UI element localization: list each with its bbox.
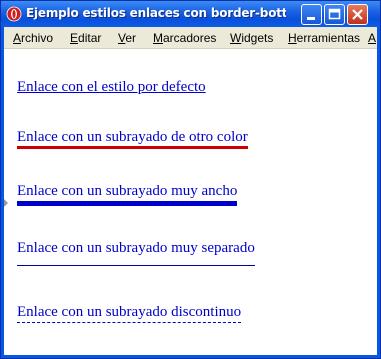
browser-window: Ejemplo estilos enlaces con border-botto… xyxy=(0,0,381,359)
window-title: Ejemplo estilos enlaces con border-botto… xyxy=(26,6,286,20)
title-bar[interactable]: Ejemplo estilos enlaces con border-botto… xyxy=(1,1,380,27)
maximize-icon xyxy=(328,8,341,20)
page-content: Enlace con el estilo por defecto Enlace … xyxy=(4,49,377,355)
menu-marcadores-label: arcadores xyxy=(163,31,217,45)
menu-archivo-mnemonic: A xyxy=(13,31,22,45)
menu-editar-label: ditar xyxy=(78,31,102,45)
menu-herramientas[interactable]: Herramientas xyxy=(288,31,360,45)
menu-marcadores[interactable]: Marcadores xyxy=(153,31,216,45)
menu-archivo[interactable]: Archivo xyxy=(13,31,53,45)
close-icon xyxy=(352,9,363,20)
link-colored-underline[interactable]: Enlace con un subrayado de otro color xyxy=(17,128,248,149)
opera-logo-icon xyxy=(6,6,22,22)
menu-ver-label: er xyxy=(125,31,137,45)
menu-ver[interactable]: Ver xyxy=(118,31,136,45)
menu-widgets-label: idgets xyxy=(241,31,274,45)
link-spaced-underline[interactable]: Enlace con un subrayado muy separado xyxy=(17,239,255,266)
menu-herramientas-mnemonic: H xyxy=(288,31,297,45)
menu-herramientas-label: erramientas xyxy=(296,31,361,45)
link-dashed-underline[interactable]: Enlace con un subrayado discontinuo xyxy=(17,303,242,323)
menu-archivo-label: rchivo xyxy=(21,31,54,45)
link-default-style[interactable]: Enlace con el estilo por defecto xyxy=(17,78,206,96)
panel-toggle-arrow-icon[interactable] xyxy=(4,199,8,207)
maximize-button[interactable] xyxy=(324,4,345,25)
menu-ayuda[interactable]: A xyxy=(368,31,376,45)
menu-widgets[interactable]: Widgets xyxy=(230,31,273,45)
menu-ayuda-mnemonic: A xyxy=(368,31,377,45)
close-button[interactable] xyxy=(347,4,368,25)
menu-marcadores-mnemonic: M xyxy=(153,31,163,45)
menu-bar: Archivo Editar Ver Marcadores Widgets He… xyxy=(4,27,377,49)
link-thick-underline[interactable]: Enlace con un subrayado muy ancho xyxy=(17,182,238,206)
menu-editar[interactable]: Editar xyxy=(70,31,101,45)
minimize-button[interactable] xyxy=(301,4,322,25)
menu-editar-mnemonic: E xyxy=(70,31,79,45)
menu-widgets-mnemonic: W xyxy=(230,31,242,45)
minimize-icon xyxy=(307,17,315,20)
